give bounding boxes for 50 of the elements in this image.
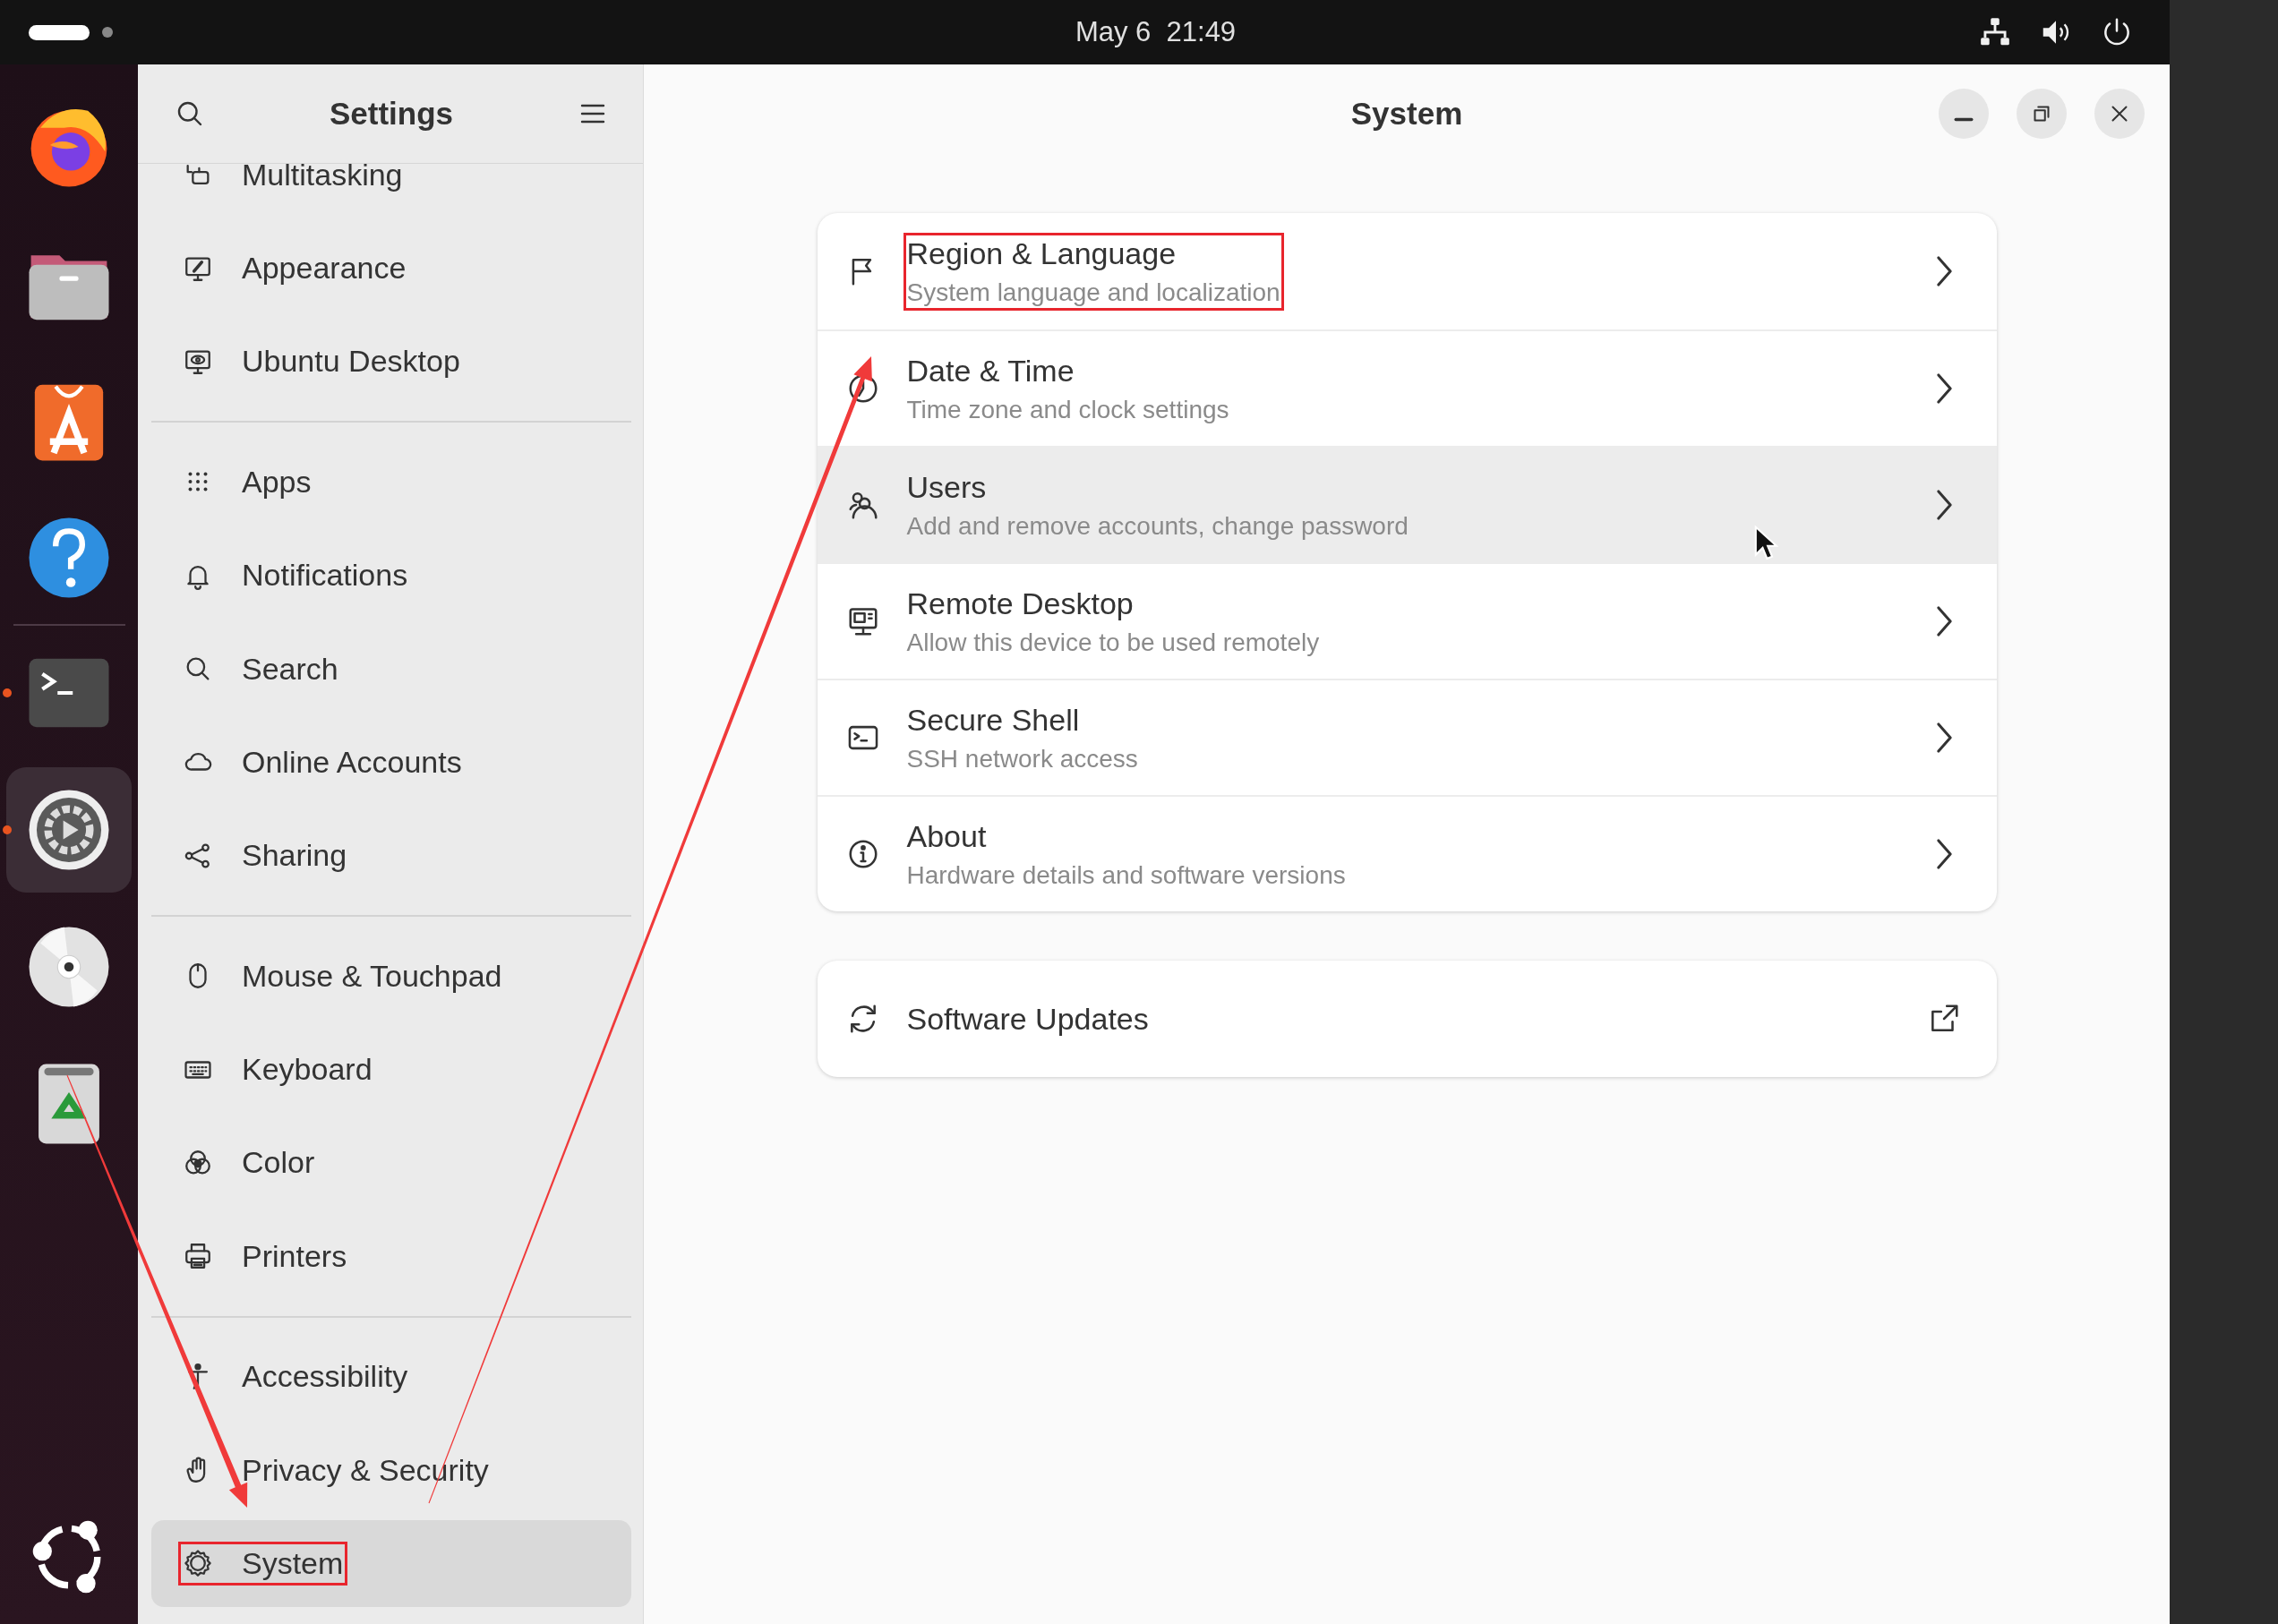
sidebar-item[interactable]: Ubuntu Desktop xyxy=(151,318,631,406)
gear-icon xyxy=(183,1548,213,1579)
workspace-indicator[interactable] xyxy=(29,24,90,40)
settings-launcher[interactable] xyxy=(6,766,132,893)
sidebar-item[interactable]: Apps xyxy=(151,438,631,526)
row-title: Date & Time xyxy=(906,353,1075,389)
page-title: System xyxy=(1350,96,1463,132)
row-subtitle: SSH network access xyxy=(906,744,1138,774)
chevron-right-icon xyxy=(1936,255,1952,287)
row-title: Region & Language xyxy=(906,235,1177,271)
sidebar-item[interactable]: Mouse & Touchpad xyxy=(151,932,631,1020)
sidebar-item[interactable]: Printers xyxy=(151,1212,631,1300)
settings-row[interactable]: Secure Shell SSH network access xyxy=(817,679,1997,795)
sidebar-item[interactable]: System xyxy=(151,1519,631,1607)
sidebar-item[interactable]: Notifications xyxy=(151,532,631,620)
workspace-dot[interactable] xyxy=(102,27,113,38)
sidebar-item[interactable]: Search xyxy=(151,625,631,713)
minimize-icon xyxy=(1954,115,1974,123)
settings-row[interactable]: Remote Desktop Allow this device to be used remotely xyxy=(817,562,1997,679)
sidebar-item[interactable]: Color xyxy=(151,1119,631,1207)
sidebar-item[interactable]: Online Accounts xyxy=(151,718,631,806)
row-title: About xyxy=(906,818,987,854)
row-subtitle: System language and localization xyxy=(906,278,1280,307)
chevron-right-icon xyxy=(1936,489,1952,521)
chevron-right-icon xyxy=(1936,838,1952,870)
chevron-right-icon xyxy=(1936,722,1952,754)
row-subtitle: Allow this device to be used remotely xyxy=(906,628,1320,657)
sidebar-item[interactable]: Accessibility xyxy=(151,1333,631,1421)
restore-button[interactable] xyxy=(2017,89,2067,139)
row-title: Software Updates xyxy=(906,1001,1149,1037)
sidebar-item[interactable]: Multitasking xyxy=(151,163,631,218)
row-subtitle: Time zone and clock settings xyxy=(906,395,1229,424)
close-button[interactable] xyxy=(2094,89,2145,139)
settings-row[interactable]: Region & Language System language and localization xyxy=(817,213,1997,329)
sidebar-item[interactable]: Sharing xyxy=(151,812,631,900)
sidebar-title: Settings xyxy=(329,96,454,132)
row-title: Secure Shell xyxy=(906,702,1080,738)
row-subtitle: Add and remove accounts, change password xyxy=(906,511,1409,541)
chevron-right-icon xyxy=(1936,372,1952,405)
settings-row[interactable]: Users Add and remove accounts, change password xyxy=(817,446,1997,562)
settings-link-row[interactable]: Software Updates xyxy=(817,961,1997,1077)
mouse-pointer-icon xyxy=(1753,525,1778,562)
settings-row[interactable]: About Hardware details and software versions xyxy=(817,795,1997,911)
row-subtitle: Hardware details and software versions xyxy=(906,860,1346,890)
sidebar-item[interactable]: Appearance xyxy=(151,225,631,312)
chevron-right-icon xyxy=(1936,605,1952,637)
row-title: Users xyxy=(906,469,987,505)
sidebar-item[interactable]: Keyboard xyxy=(151,1026,631,1114)
clock[interactable]: May 6 21:49 xyxy=(933,16,1237,48)
row-title: Remote Desktop xyxy=(906,585,1134,621)
